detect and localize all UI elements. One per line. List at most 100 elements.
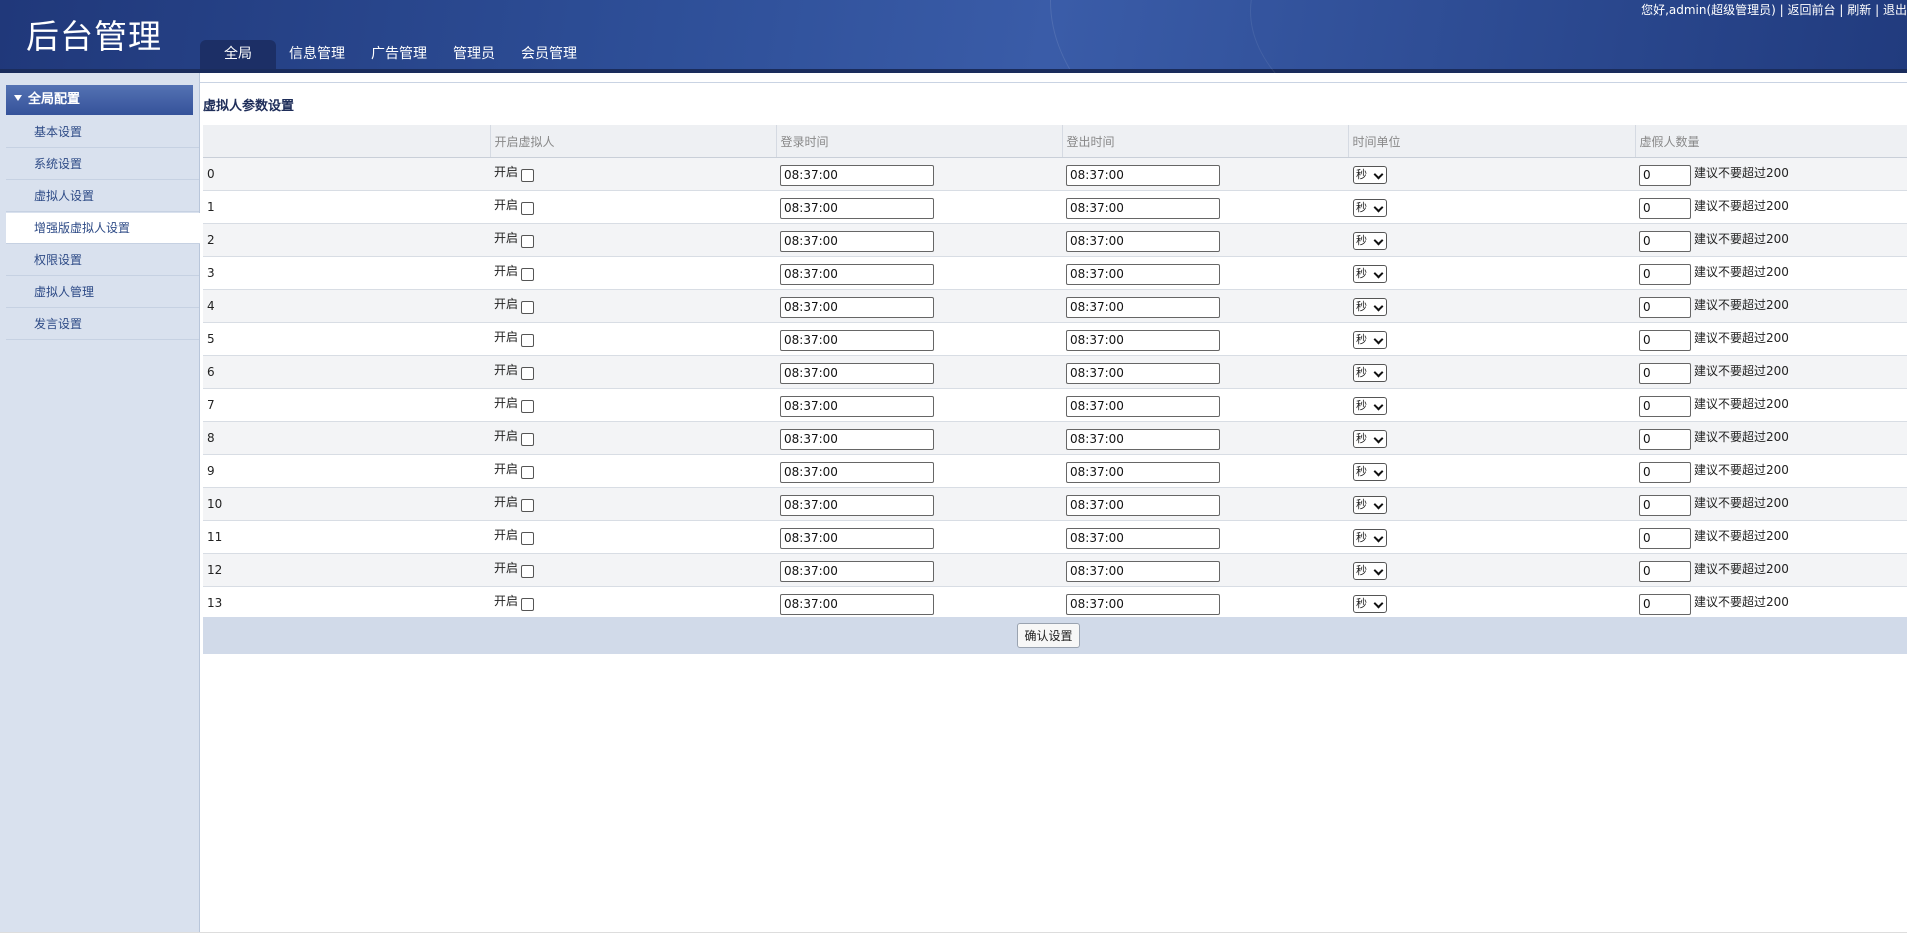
logout-time-input[interactable] xyxy=(1066,395,1220,417)
login-time-input[interactable] xyxy=(780,263,934,285)
sidebar-item-permission-settings[interactable]: 权限设置 xyxy=(6,245,199,276)
enable-checkbox[interactable] xyxy=(521,168,535,182)
time-unit-select[interactable]: 秒 xyxy=(1353,298,1387,316)
enable-checkbox[interactable] xyxy=(521,465,535,479)
time-unit-select[interactable]: 秒 xyxy=(1353,562,1387,580)
sidebar-item-virtual-user-management[interactable]: 虚拟人管理 xyxy=(6,277,199,308)
fake-count-input[interactable] xyxy=(1639,197,1691,219)
time-unit-select[interactable]: 秒 xyxy=(1353,331,1387,349)
enable-checkbox[interactable] xyxy=(521,366,535,380)
logout-time-input[interactable] xyxy=(1066,428,1220,450)
enable-checkbox[interactable] xyxy=(521,531,535,545)
enable-checkbox[interactable] xyxy=(521,201,535,215)
fake-count-cell: 建议不要超过200 xyxy=(1635,421,1907,455)
time-unit-select[interactable]: 秒 xyxy=(1353,232,1387,250)
enable-label: 开启 xyxy=(494,263,519,278)
back-to-site-link[interactable]: 返回前台 xyxy=(1788,3,1836,17)
fake-count-input[interactable] xyxy=(1639,329,1691,351)
tab-member-management[interactable]: 会员管理 xyxy=(508,40,590,69)
fake-count-input[interactable] xyxy=(1639,560,1691,582)
logout-time-input[interactable] xyxy=(1066,197,1220,219)
logout-time-input[interactable] xyxy=(1066,362,1220,384)
enable-checkbox[interactable] xyxy=(521,432,535,446)
sidebar-item-speech-settings[interactable]: 发言设置 xyxy=(6,309,199,340)
fake-count-hint: 建议不要超过200 xyxy=(1694,165,1789,180)
logout-time-input[interactable] xyxy=(1066,593,1220,615)
enable-checkbox[interactable] xyxy=(521,597,535,611)
fake-count-input[interactable] xyxy=(1639,494,1691,516)
time-unit-select[interactable]: 秒 xyxy=(1353,265,1387,283)
logout-time-input[interactable] xyxy=(1066,296,1220,318)
logout-time-input[interactable] xyxy=(1066,494,1220,516)
login-time-input[interactable] xyxy=(780,428,934,450)
sidebar-item-enhanced-virtual-user-settings[interactable]: 增强版虚拟人设置 xyxy=(6,213,200,244)
enable-checkbox[interactable] xyxy=(521,333,535,347)
chevron-down-icon xyxy=(1373,499,1384,510)
confirm-settings-button[interactable]: 确认设置 xyxy=(1017,623,1080,648)
table-row: 7 开启 秒 建议不要超过200 xyxy=(203,388,1907,422)
login-time-input[interactable] xyxy=(780,296,934,318)
sidebar-item-basic-settings[interactable]: 基本设置 xyxy=(6,117,199,148)
time-unit-cell: 秒 xyxy=(1348,487,1635,521)
fake-count-input[interactable] xyxy=(1639,263,1691,285)
tab-ad-management[interactable]: 广告管理 xyxy=(358,40,440,69)
login-time-input[interactable] xyxy=(780,329,934,351)
enable-cell: 开启 xyxy=(490,520,776,554)
login-time-input[interactable] xyxy=(780,164,934,186)
fake-count-input[interactable] xyxy=(1639,527,1691,549)
time-unit-select[interactable]: 秒 xyxy=(1353,166,1387,184)
tab-info-management[interactable]: 信息管理 xyxy=(276,40,358,69)
fake-count-input[interactable] xyxy=(1639,164,1691,186)
time-unit-select[interactable]: 秒 xyxy=(1353,463,1387,481)
login-time-input[interactable] xyxy=(780,560,934,582)
login-time-input[interactable] xyxy=(780,593,934,615)
sidebar-item-system-settings[interactable]: 系统设置 xyxy=(6,149,199,180)
logout-time-input[interactable] xyxy=(1066,263,1220,285)
tab-global[interactable]: 全局 xyxy=(200,40,276,69)
logout-link[interactable]: 退出 xyxy=(1883,3,1907,17)
sidebar-section-header[interactable]: 全局配置 xyxy=(6,85,193,115)
login-time-input[interactable] xyxy=(780,362,934,384)
login-time-input[interactable] xyxy=(780,494,934,516)
fake-count-cell: 建议不要超过200 xyxy=(1635,256,1907,290)
login-time-cell xyxy=(776,355,1062,389)
sidebar-item-virtual-user-settings[interactable]: 虚拟人设置 xyxy=(6,181,199,212)
time-unit-select[interactable]: 秒 xyxy=(1353,595,1387,613)
fake-count-input[interactable] xyxy=(1639,362,1691,384)
logout-time-input[interactable] xyxy=(1066,230,1220,252)
logout-time-input[interactable] xyxy=(1066,560,1220,582)
time-unit-select[interactable]: 秒 xyxy=(1353,364,1387,382)
fake-count-input[interactable] xyxy=(1639,395,1691,417)
time-unit-select[interactable]: 秒 xyxy=(1353,199,1387,217)
fake-count-input[interactable] xyxy=(1639,230,1691,252)
enable-checkbox[interactable] xyxy=(521,234,535,248)
enable-checkbox[interactable] xyxy=(521,267,535,281)
enable-checkbox[interactable] xyxy=(521,300,535,314)
login-time-input[interactable] xyxy=(780,527,934,549)
login-time-input[interactable] xyxy=(780,197,934,219)
fake-count-input[interactable] xyxy=(1639,428,1691,450)
enable-checkbox[interactable] xyxy=(521,399,535,413)
fake-count-hint: 建议不要超过200 xyxy=(1694,528,1789,543)
fake-count-input[interactable] xyxy=(1639,593,1691,615)
time-unit-select[interactable]: 秒 xyxy=(1353,430,1387,448)
fake-count-input[interactable] xyxy=(1639,461,1691,483)
time-unit-select[interactable]: 秒 xyxy=(1353,529,1387,547)
logout-time-input[interactable] xyxy=(1066,329,1220,351)
login-time-input[interactable] xyxy=(780,395,934,417)
enable-checkbox[interactable] xyxy=(521,564,535,578)
time-unit-select[interactable]: 秒 xyxy=(1353,397,1387,415)
login-time-input[interactable] xyxy=(780,230,934,252)
logout-time-input[interactable] xyxy=(1066,527,1220,549)
refresh-link[interactable]: 刷新 xyxy=(1847,3,1871,17)
enable-label: 开启 xyxy=(494,329,519,344)
logout-time-input[interactable] xyxy=(1066,164,1220,186)
enable-checkbox[interactable] xyxy=(521,498,535,512)
chevron-down-icon xyxy=(1373,202,1384,213)
tab-admins[interactable]: 管理员 xyxy=(440,40,508,69)
login-time-input[interactable] xyxy=(780,461,934,483)
time-unit-select[interactable]: 秒 xyxy=(1353,496,1387,514)
enable-label: 开启 xyxy=(494,164,519,179)
logout-time-input[interactable] xyxy=(1066,461,1220,483)
fake-count-input[interactable] xyxy=(1639,296,1691,318)
